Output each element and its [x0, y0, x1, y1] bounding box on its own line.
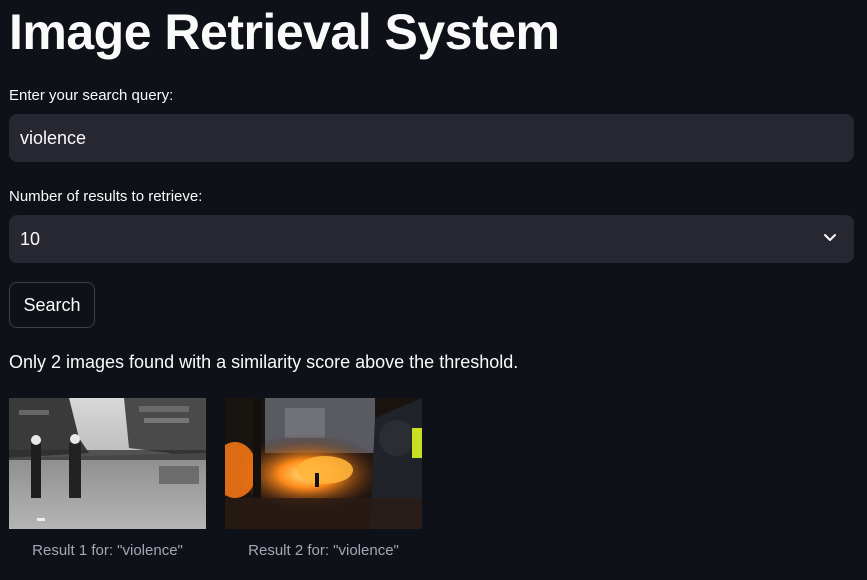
- result-caption: Result 1 for: "violence": [32, 542, 183, 559]
- result-caption: Result 2 for: "violence": [248, 542, 399, 559]
- result-card: Result 2 for: "violence": [225, 398, 422, 559]
- results-count-select[interactable]: 10: [9, 215, 854, 263]
- result-card: Result 1 for: "violence": [9, 398, 206, 559]
- status-message: Only 2 images found with a similarity sc…: [9, 352, 519, 372]
- result-image[interactable]: [9, 398, 206, 529]
- page-title: Image Retrieval System: [9, 4, 560, 60]
- chevron-down-icon: [822, 229, 838, 250]
- search-query-label: Enter your search query:: [9, 87, 174, 104]
- search-button[interactable]: Search: [9, 282, 95, 328]
- search-query-field[interactable]: [9, 114, 854, 162]
- results-count-value: 10: [20, 228, 41, 249]
- result-image[interactable]: [225, 398, 422, 529]
- search-input[interactable]: [20, 114, 854, 162]
- results-count-label: Number of results to retrieve:: [9, 188, 203, 205]
